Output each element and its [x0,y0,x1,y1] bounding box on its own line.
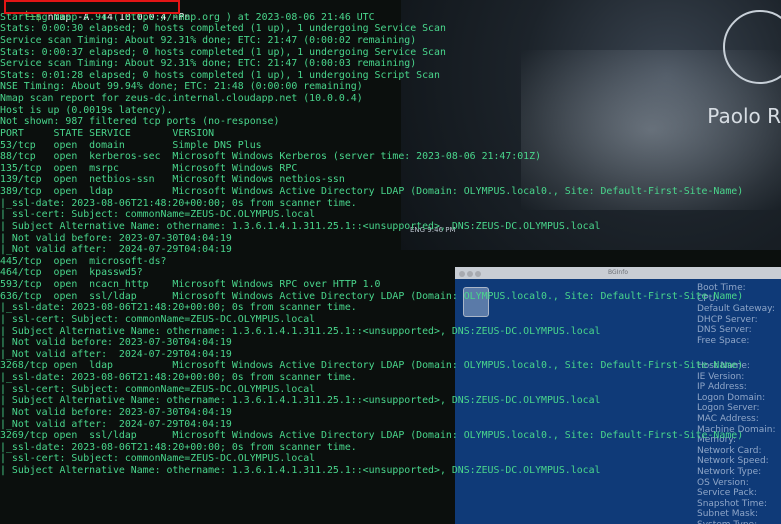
terminal-line: Stats: 0:00:37 elapsed; 0 hosts complete… [0,46,446,58]
bginfo-label: Service Pack: [697,488,757,499]
terminal-line: |_Not valid after: 2024-07-29T04:04:19 [0,418,232,430]
terminal-line: 389/tcp open ldap Microsoft Windows Acti… [0,186,744,197]
terminal-line: 3268/tcp open ldap Microsoft Windows Act… [0,360,744,372]
terminal-line: 139/tcp open netbios-ssn Microsoft Windo… [0,174,345,186]
terminal-line: Nmap scan report for zeus-dc.internal.cl… [0,93,363,104]
terminal-line: | ssl-cert: Subject: commonName=ZEUS-DC.… [0,453,316,465]
terminal-output[interactable]: └─$ nmap -A -T4 10.0.0.4 -Pn Starting Nm… [0,0,781,477]
bginfo-label: OS Version: [697,477,749,488]
terminal-line: Service scan Timing: About 92.31% done; … [0,34,417,46]
terminal-line: | Subject Alternative Name: othername: 1… [0,325,601,337]
terminal-line: Stats: 0:01:28 elapsed; 0 hosts complete… [0,69,440,81]
terminal-line: | ssl-cert: Subject: commonName=ZEUS-DC.… [0,383,316,395]
terminal-line: | Subject Alternative Name: othername: 1… [0,395,601,407]
terminal-line: 464/tcp open kpasswd5? [0,267,143,279]
terminal-line: | Not valid before: 2023-07-30T04:04:19 [0,406,232,418]
terminal-line: |_Not valid after: 2024-07-29T04:04:19 [0,244,232,256]
terminal-line: | Subject Alternative Name: othername: 1… [0,465,601,476]
terminal-line: | ssl-cert: Subject: commonName=ZEUS-DC.… [0,209,316,221]
terminal-line: 636/tcp open ssl/ldap Microsoft Windows … [0,290,744,302]
bginfo-label: Subnet Mask: [697,509,758,520]
terminal-line: NSE Timing: About 99.94% done; ETC: 21:4… [0,81,363,93]
terminal-line: Stats: 0:00:30 elapsed; 0 hosts complete… [0,23,446,35]
bginfo-label: Snapshot Time: [697,498,767,509]
terminal-line: Service scan Timing: About 92.31% done; … [0,58,417,70]
terminal-line: | Not valid before: 2023-07-30T04:04:19 [0,337,232,349]
terminal-line: 53/tcp open domain Simple DNS Plus [0,139,262,151]
command-highlight-box [4,0,180,14]
bginfo-label: System Type: [697,520,776,524]
terminal-line: | ssl-cert: Subject: commonName=ZEUS-DC.… [0,313,316,325]
terminal-line: 593/tcp open ncacn_http Microsoft Window… [0,279,381,290]
terminal-line: |_ssl-date: 2023-08-06T21:48:20+00:00; 0… [0,302,357,314]
terminal-line: Host is up (0.0019s latency). [0,104,173,116]
terminal-line: |_ssl-date: 2023-08-06T21:48:20+00:00; 0… [0,197,357,209]
terminal-line: |_ssl-date: 2023-08-06T21:48:20+00:00; 0… [0,441,357,453]
terminal-line: PORT STATE SERVICE VERSION [0,127,215,139]
terminal-line: 3269/tcp open ssl/ldap Microsoft Windows… [0,430,744,442]
terminal-line: |_Not valid after: 2024-07-29T04:04:19 [0,348,232,360]
terminal-line: | Not valid before: 2023-07-30T04:04:19 [0,232,232,244]
terminal-line: Not shown: 987 filtered tcp ports (no-re… [0,116,280,128]
terminal-line: | Subject Alternative Name: othername: 1… [0,220,601,232]
terminal-line: |_ssl-date: 2023-08-06T21:48:20+00:00; 0… [0,372,357,383]
terminal-line: 445/tcp open microsoft-ds? [0,255,167,267]
terminal-line: 135/tcp open msrpc Microsoft Windows RPC [0,162,298,174]
terminal-line: 88/tcp open kerberos-sec Microsoft Windo… [0,151,542,163]
